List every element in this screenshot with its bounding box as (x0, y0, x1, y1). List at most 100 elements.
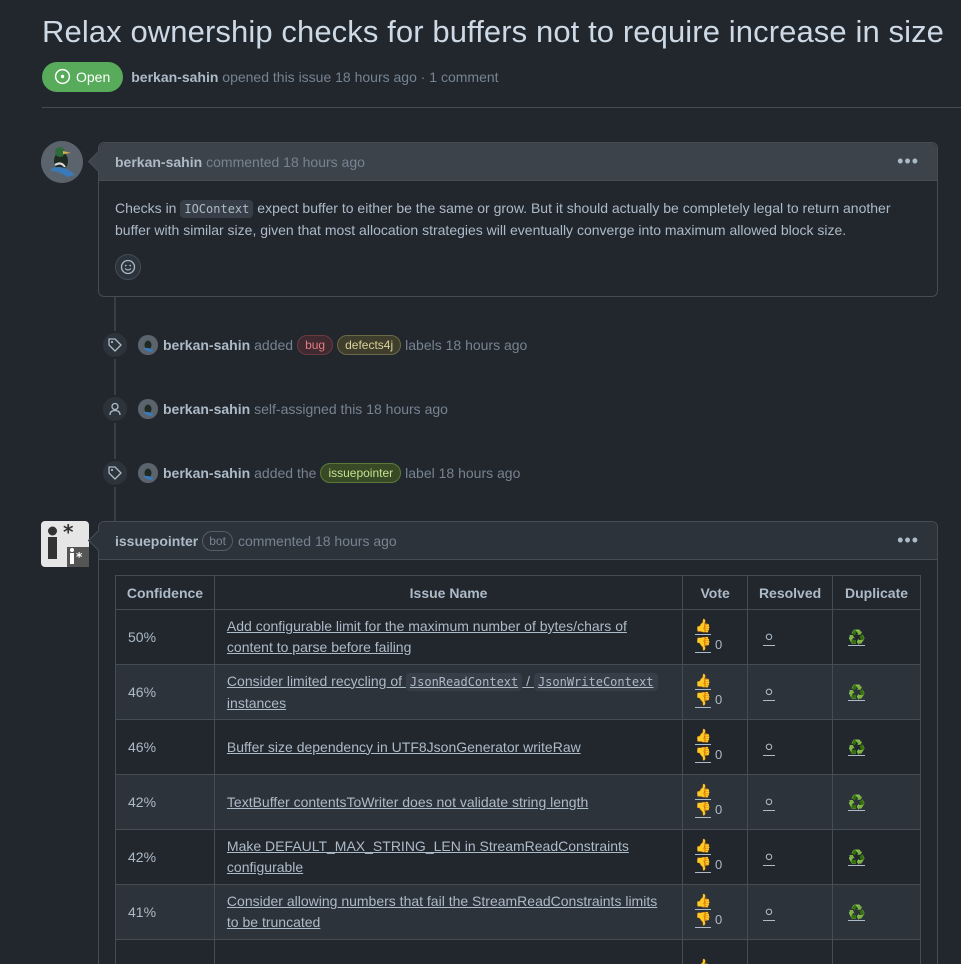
table-header-row: Confidence Issue Name Vote Resolved Dupl… (115, 575, 921, 610)
thumbs-up-icon[interactable]: 👍 (695, 894, 712, 910)
vote-count: 0 (715, 747, 723, 762)
more-options-icon[interactable]: ••• (897, 530, 919, 551)
table-row: 46% Consider limited recycling of JsonRe… (115, 664, 921, 720)
issue-meta: Open berkan-sahin opened this issue 18 h… (42, 61, 499, 92)
thumbs-down-icon[interactable]: 👎 (695, 637, 712, 653)
label-bug[interactable]: bug (297, 335, 334, 355)
issue-link[interactable]: TextBuffer contentsToWriter does not val… (227, 794, 588, 810)
vote-count: 0 (715, 692, 723, 707)
event-text: label 18 hours ago (405, 465, 521, 481)
issue-title: Relax ownership checks for buffers not t… (42, 14, 945, 49)
vote-count: 0 (715, 637, 723, 652)
bot-avatar[interactable]: * * (41, 520, 89, 567)
duplicate-icon[interactable]: ♻️ (848, 905, 866, 921)
body-text-1: Checks in (115, 200, 181, 216)
issue-link[interactable]: Consider allowing numbers that fail the … (227, 893, 657, 930)
more-options-icon[interactable]: ••• (897, 151, 919, 172)
thumbs-down-icon[interactable]: 👎 (695, 802, 712, 818)
thumbs-up-icon[interactable]: 👍 (695, 674, 712, 690)
vote-count: 0 (715, 857, 723, 872)
comment-card: berkan-sahin commented 18 hours ago ••• … (98, 142, 938, 297)
issue-author-link[interactable]: berkan-sahin (131, 69, 218, 85)
person-icon (101, 395, 129, 423)
state-badge: Open (42, 61, 124, 92)
issuepointer-logo-icon: * * (41, 520, 89, 567)
resolved-icon[interactable]: ⚪ (763, 850, 775, 866)
table-row: 50% Add configurable limit for the maxim… (115, 609, 921, 665)
column-header: Issue Name (213, 575, 684, 610)
event-author-link[interactable]: berkan-sahin (163, 337, 250, 353)
label-defects4j[interactable]: defects4j (337, 335, 402, 355)
column-header: Resolved (747, 575, 834, 610)
issue-link[interactable]: Make DEFAULT_MAX_STRING_LEN in StreamRea… (227, 838, 629, 875)
label-issuepointer[interactable]: issuepointer (320, 463, 402, 483)
issue-meta-text: opened this issue 18 hours ago · 1 comme… (222, 68, 499, 85)
confidence-cell: 41% (115, 884, 215, 940)
comment-time: commented 18 hours ago (237, 532, 397, 549)
thumbs-up-icon[interactable]: 👍 (695, 729, 712, 745)
similar-issues-table: Confidence Issue Name Vote Resolved Dupl… (115, 575, 921, 964)
resolved-icon[interactable]: ⚪ (763, 795, 775, 811)
thumbs-down-icon[interactable]: 👎 (695, 747, 712, 763)
thumbs-up-icon[interactable]: 👍 (695, 959, 711, 964)
confidence-cell: 46% (115, 719, 215, 775)
issue-link[interactable]: Buffer size dependency in UTF8JsonGenera… (227, 739, 581, 755)
event-text: self-assigned this 18 hours ago (254, 401, 448, 417)
avatar[interactable] (138, 463, 158, 483)
thumbs-up-icon[interactable]: 👍 (695, 619, 712, 635)
thumbs-up-icon[interactable]: 👍 (695, 839, 712, 855)
event-author-link[interactable]: berkan-sahin (163, 401, 250, 417)
confidence-cell (115, 939, 215, 964)
comment-author-link[interactable]: berkan-sahin (115, 154, 202, 170)
tag-icon (101, 331, 129, 359)
thumbs-up-icon[interactable]: 👍 (695, 784, 712, 800)
issue-link[interactable]: Add configurable limit for the maximum n… (227, 618, 627, 655)
timeline-event-label: berkan-sahin added the issuepointer labe… (101, 457, 520, 489)
body-code: IOContext (180, 200, 254, 218)
thumbs-down-icon[interactable]: 👎 (695, 857, 712, 873)
column-header: Confidence (115, 575, 215, 610)
confidence-cell: 42% (115, 774, 215, 830)
timeline-event-assigned: berkan-sahin self-assigned this 18 hours… (101, 393, 448, 425)
issue-name-cell (213, 939, 684, 964)
svg-text:*: * (76, 550, 83, 564)
state-label: Open (76, 68, 111, 85)
column-header: Duplicate (832, 575, 921, 610)
confidence-cell: 50% (115, 609, 215, 665)
divider (42, 107, 961, 108)
event-text: added (254, 337, 294, 353)
event-author-link[interactable]: berkan-sahin (163, 465, 250, 481)
issue-link[interactable]: Consider limited recycling of JsonReadCo… (227, 672, 658, 711)
duplicate-icon[interactable]: ♻️ (848, 630, 866, 646)
resolved-icon[interactable]: ⚪ (763, 685, 775, 701)
comment-time: commented 18 hours ago (206, 153, 365, 170)
duplicate-icon[interactable]: ♻️ (848, 685, 866, 701)
confidence-cell: 42% (115, 829, 215, 885)
table-row: 42% TextBuffer contentsToWriter does not… (115, 774, 921, 830)
bot-badge: bot (202, 530, 233, 551)
thumbs-down-icon[interactable]: 👎 (695, 692, 712, 708)
avatar[interactable] (138, 335, 158, 355)
table-row: 42% Make DEFAULT_MAX_STRING_LEN in Strea… (115, 829, 921, 885)
avatar[interactable] (138, 399, 158, 419)
comment-body: Checks in IOContext expect buffer to eit… (99, 181, 937, 241)
avatar[interactable] (41, 141, 83, 183)
duplicate-icon[interactable]: ♻️ (848, 850, 866, 866)
column-header: Vote (682, 575, 749, 610)
resolved-icon[interactable]: ⚪ (763, 740, 775, 756)
event-text: labels 18 hours ago (405, 337, 528, 353)
svg-text:*: * (63, 521, 74, 544)
thumbs-down-icon[interactable]: 👎 (695, 912, 712, 928)
table-row: 41% Consider allowing numbers that fail … (115, 884, 921, 940)
table-row: 46% Buffer size dependency in UTF8JsonGe… (115, 719, 921, 775)
duplicate-icon[interactable]: ♻️ (848, 795, 866, 811)
duplicate-icon[interactable]: ♻️ (848, 740, 866, 756)
avatar-image (41, 141, 83, 183)
comment-author-link[interactable]: issuepointer (115, 533, 198, 549)
issue-open-icon (54, 68, 71, 85)
add-reaction-button[interactable] (115, 254, 141, 280)
comment-header: issuepointer bot commented 18 hours ago … (99, 522, 937, 560)
resolved-icon[interactable]: ⚪ (763, 905, 775, 921)
resolved-icon[interactable]: ⚪ (763, 630, 775, 646)
comment-card: issuepointer bot commented 18 hours ago … (98, 521, 938, 964)
